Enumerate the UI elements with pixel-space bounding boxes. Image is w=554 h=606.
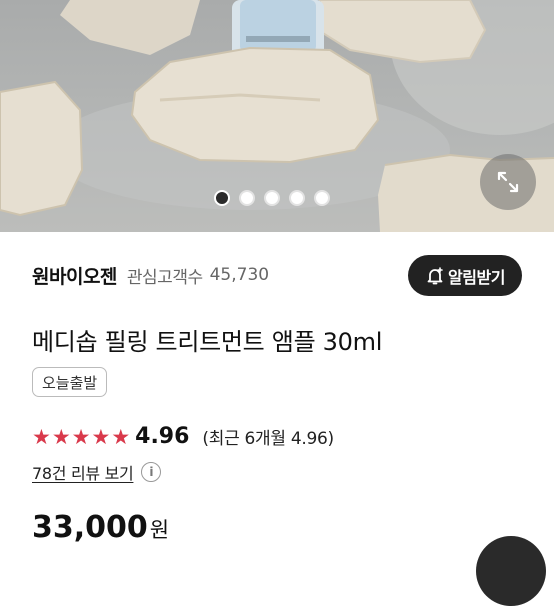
expand-image-button[interactable]: [480, 154, 536, 210]
info-icon[interactable]: i: [141, 462, 162, 482]
store-info-row: 원바이오젠 관심고객수 45,730 알림받기: [32, 253, 522, 297]
product-title: 메디솝 필링 트리트먼트 앰플 30ml: [32, 328, 383, 356]
product-image-carousel[interactable]: [0, 0, 554, 232]
carousel-indicator: [214, 190, 330, 206]
recent-rating-text: (최근 6개월 4.96): [202, 429, 334, 449]
bell-plus-icon: [427, 266, 443, 284]
today-shipping-badge: 오늘출발: [32, 367, 108, 397]
star-icon: ★: [32, 424, 51, 449]
interest-count-value: 45,730: [209, 265, 270, 285]
price-currency: 원: [149, 518, 170, 542]
carousel-dot-3[interactable]: [264, 190, 280, 206]
review-row: 78건 리뷰 보기 i: [32, 460, 162, 484]
floating-action-button[interactable]: [476, 536, 546, 606]
carousel-dot-1[interactable]: [214, 190, 230, 206]
rating-row: ★ ★ ★ ★ ★ 4.96 (최근 6개월 4.96): [32, 424, 334, 449]
alarm-button-label: 알림받기: [448, 267, 505, 287]
star-icon: ★: [111, 424, 131, 449]
view-reviews-link[interactable]: 78건 리뷰 보기: [32, 460, 134, 484]
carousel-dot-5[interactable]: [314, 190, 330, 206]
star-icon: ★: [71, 424, 91, 449]
star-icon: ★: [91, 424, 111, 449]
carousel-dot-2[interactable]: [239, 190, 255, 206]
interest-count-label: 관심고객수: [126, 267, 203, 288]
rating-value: 4.96: [135, 424, 190, 449]
expand-arrows-icon: [497, 171, 519, 193]
carousel-dot-4[interactable]: [289, 190, 305, 206]
rating-stars: ★ ★ ★ ★ ★: [32, 426, 130, 448]
star-icon: ★: [51, 424, 71, 449]
price-row: 33,000 원: [32, 510, 169, 545]
price-amount: 33,000: [32, 510, 148, 545]
alarm-subscribe-button[interactable]: 알림받기: [408, 255, 522, 296]
store-name[interactable]: 원바이오젠: [32, 262, 117, 289]
